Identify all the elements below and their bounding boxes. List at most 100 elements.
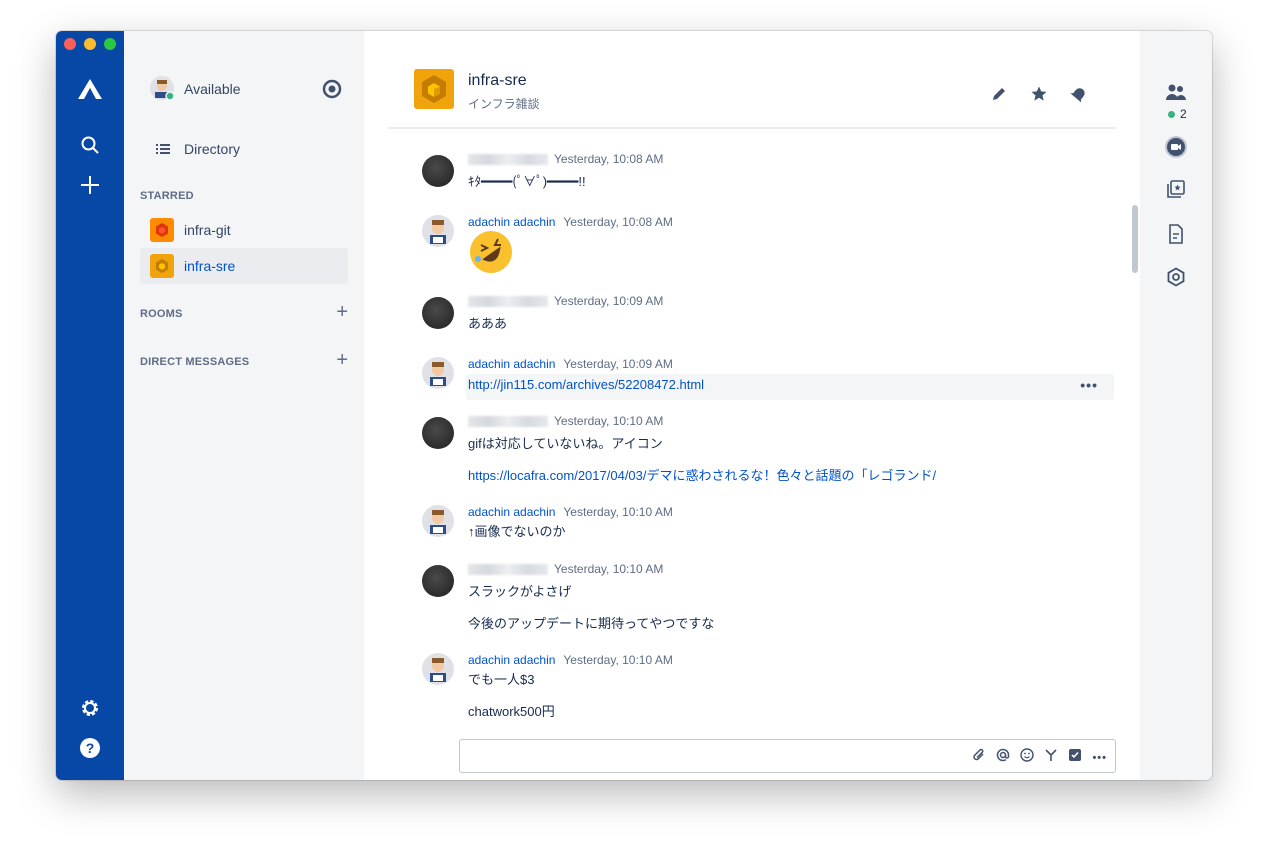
more-options-icon[interactable]: ••• [1092,752,1107,764]
right-rail: 2 [1140,31,1212,780]
online-count-value: 2 [1180,107,1187,121]
starred-files-icon[interactable] [1140,179,1212,199]
rofl-emoji-icon [468,229,514,278]
integrations-hexagon-icon[interactable] [1140,267,1212,287]
message-text: ｷﾀ━━━━(ﾟ∀ﾟ)━━━━!! [468,174,586,189]
people-icon[interactable] [1140,83,1212,101]
room-icon [150,218,174,242]
message-time: Yesterday, 10:10 AM [563,505,673,519]
atlassian-logo-icon[interactable] [56,77,124,101]
help-icon[interactable]: ? [56,738,124,758]
message-time: Yesterday, 10:08 AM [563,215,673,229]
add-room-plus-icon[interactable]: + [336,302,348,322]
room-icon [150,254,174,278]
add-direct-message-plus-icon[interactable]: + [336,350,348,370]
edit-pencil-icon[interactable] [990,85,1008,108]
message-time: Yesterday, 10:10 AM [554,562,664,576]
room-header: infra-sre インフラ雑談 [388,31,1116,129]
mention-icon[interactable] [996,748,1010,767]
message-list: Yesterday, 10:08 AM ｷﾀ━━━━(ﾟ∀ﾟ)━━━━!! ad… [364,131,1140,731]
status-selector[interactable]: Available [150,75,350,103]
cat-avatar[interactable] [422,297,454,329]
online-count: 2 [1168,107,1187,121]
star-icon[interactable] [1030,85,1048,108]
message-input[interactable]: ••• [459,739,1116,773]
status-label: Available [184,81,241,97]
message: adachin adachin Yesterday, 10:10 AM ↑画像でな… [422,505,1092,545]
redacted-author [468,154,548,166]
message: Yesterday, 10:08 AM ｷﾀ━━━━(ﾟ∀ﾟ)━━━━!! [422,152,1092,195]
global-nav: ? [56,31,124,780]
message-text: スラックがよさげ [468,584,572,599]
zoom-window-button[interactable] [104,38,116,50]
message-author[interactable]: adachin adachin [468,505,555,519]
message-text: gifは対応していないね。アイコン [468,436,663,451]
chat-main: infra-sre インフラ雑談 Yesterday, 10:08 AM ｷﾀ━… [364,31,1140,780]
message-text: あああ [468,316,508,331]
message: Yesterday, 10:09 AM あああ [422,294,1092,337]
video-call-icon[interactable] [1140,135,1212,159]
sidebar: Available Directory STARRED infra-git in… [124,31,364,780]
user-avatar [150,76,175,101]
list-icon [156,144,170,154]
direct-messages-heading: DIRECT MESSAGES [140,356,250,368]
settings-gear-icon[interactable] [56,698,124,718]
user-avatar[interactable] [422,215,454,247]
redacted-author [468,296,548,308]
message-author[interactable]: adachin adachin [468,357,555,371]
search-icon[interactable] [56,135,124,155]
message: adachin adachin Yesterday, 10:08 AM [422,215,1092,275]
room-label: infra-sre [184,258,236,274]
window-controls [64,38,116,50]
user-avatar[interactable] [422,505,454,537]
status-target-icon[interactable] [322,79,342,104]
app-window: ? Available Directory STARRED infra-git … [56,31,1212,780]
sidebar-room-infra-git[interactable]: infra-git [140,212,348,248]
message: adachin adachin Yesterday, 10:10 AM でも一人$… [422,653,1092,727]
message-time: Yesterday, 10:08 AM [554,152,664,166]
message-time: Yesterday, 10:10 AM [554,414,664,428]
directory-link[interactable]: Directory [156,141,240,157]
cat-avatar[interactable] [422,417,454,449]
message-author[interactable]: adachin adachin [468,653,555,667]
message-text: ↑画像でないのか [468,524,566,539]
document-icon[interactable] [1140,224,1212,244]
create-plus-icon[interactable] [56,175,124,195]
starred-heading: STARRED [140,190,194,202]
redacted-author [468,416,548,428]
message-text: chatwork500円 [468,704,555,719]
message-list-scrollbar[interactable] [1132,205,1138,273]
message-author[interactable]: adachin adachin [468,215,555,229]
sidebar-room-infra-sre[interactable]: infra-sre [140,248,348,284]
cat-avatar[interactable] [422,565,454,597]
room-title: infra-sre [468,72,527,89]
message-time: Yesterday, 10:09 AM [554,294,664,308]
svg-text:?: ? [86,740,95,756]
message-link[interactable]: http://jin115.com/archives/52208472.html [468,377,704,392]
user-avatar[interactable] [422,653,454,685]
message-more-actions-icon[interactable]: ••• [1080,377,1098,393]
rooms-heading: ROOMS [140,308,183,320]
room-label: infra-git [184,222,231,238]
emoji-icon[interactable] [1020,748,1035,767]
decision-icon[interactable] [1044,748,1058,767]
message-link[interactable]: https://locafra.com/2017/04/03/デマに惑わされるな… [468,465,936,484]
message: adachin adachin Yesterday, 10:09 AM http:… [422,357,1114,400]
message-time: Yesterday, 10:09 AM [563,357,673,371]
message: Yesterday, 10:10 AM スラックがよさげ 今後のアップデートに期… [422,562,1092,639]
close-window-button[interactable] [64,38,76,50]
notifications-bell-icon[interactable] [1070,85,1088,108]
message-text: 今後のアップデートに期待ってやつですな [468,616,715,631]
task-checkbox-icon[interactable] [1068,748,1082,767]
room-topic: インフラ雑談 [468,97,540,111]
directory-label: Directory [184,141,241,157]
online-dot [1168,110,1175,118]
cat-avatar[interactable] [422,155,454,187]
redacted-author [468,564,548,576]
room-avatar [414,69,454,109]
message-time: Yesterday, 10:10 AM [563,653,673,667]
minimize-window-button[interactable] [84,38,96,50]
user-avatar[interactable] [422,357,454,389]
attachment-icon[interactable] [972,748,986,767]
message: Yesterday, 10:10 AM gifは対応していないね。アイコン ht… [422,414,1092,491]
